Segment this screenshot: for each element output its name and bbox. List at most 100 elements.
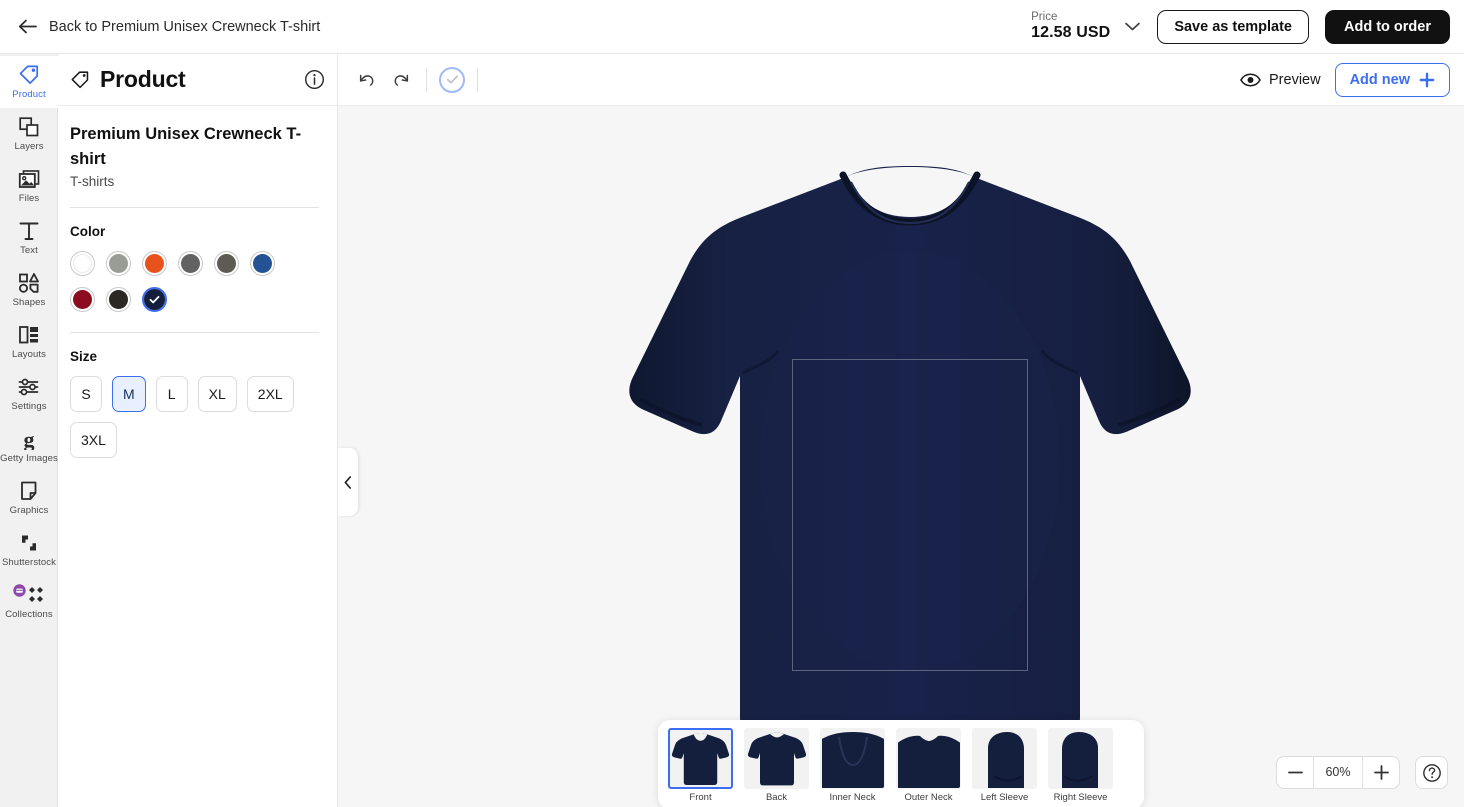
color-swatch[interactable] <box>214 250 239 276</box>
price-label: Price <box>1031 10 1058 23</box>
rail-label-product: Product <box>12 89 46 100</box>
rail-item-graphics[interactable]: Graphics <box>0 472 58 524</box>
rail-item-collections[interactable]: Collections <box>0 576 58 628</box>
print-area-boundary[interactable] <box>792 359 1028 671</box>
color-swatch-list <box>70 250 310 312</box>
panel-divider <box>70 206 319 208</box>
rail-item-settings[interactable]: Settings <box>0 368 58 420</box>
price-dropdown[interactable]: Price 12.58 USD <box>1031 11 1141 43</box>
preview-button[interactable]: Preview <box>1240 72 1321 88</box>
chevron-left-icon <box>344 475 352 489</box>
view-thumbnail[interactable]: Back <box>744 728 809 803</box>
main-area: Preview Add new Front Back Inner Neck Ou… <box>338 54 1464 807</box>
size-button[interactable]: 2XL <box>246 375 294 412</box>
size-button-label: XL <box>208 385 226 402</box>
undo-button[interactable] <box>350 63 384 97</box>
view-thumbnail[interactable]: Outer Neck <box>896 728 961 803</box>
size-button-label: 2XL <box>257 385 283 402</box>
size-button[interactable]: S <box>70 375 102 412</box>
color-swatch[interactable] <box>178 250 203 276</box>
rail-item-getty-images[interactable]: g Getty Images <box>0 420 58 472</box>
panel-header: Product <box>58 54 337 106</box>
redo-icon <box>391 70 411 90</box>
view-thumbnail[interactable]: Right Sleeve <box>1048 728 1113 803</box>
color-swatch[interactable] <box>250 250 275 276</box>
color-swatch[interactable] <box>142 250 167 276</box>
add-new-button[interactable]: Add new <box>1334 62 1450 97</box>
color-swatch[interactable] <box>142 286 167 312</box>
size-button-label: S <box>81 385 91 402</box>
size-button-list: S M L XL 2XL 3XL <box>70 375 310 458</box>
panel-collapse-handle[interactable] <box>338 448 358 516</box>
size-button[interactable]: XL <box>197 375 237 412</box>
info-circle-icon[interactable] <box>304 69 325 90</box>
zoom-out-button[interactable] <box>1277 757 1313 788</box>
view-thumbnail-label: Left Sleeve <box>980 792 1029 803</box>
add-to-order-button[interactable]: Add to order <box>1325 9 1450 44</box>
text-t-icon <box>18 220 40 242</box>
saved-status-button[interactable] <box>435 63 469 97</box>
add-new-label: Add new <box>1349 71 1410 88</box>
color-swatch[interactable] <box>70 286 95 312</box>
redo-button[interactable] <box>384 63 418 97</box>
view-thumbnail-image <box>896 728 961 789</box>
product-properties-panel: Product Premium Unisex Crewneck T-shirt … <box>58 54 338 807</box>
shutterstock-icon <box>18 532 40 554</box>
price-value: 12.58 USD <box>1031 23 1111 41</box>
rail-item-text[interactable]: Text <box>0 212 58 264</box>
color-swatch-fill <box>253 253 272 273</box>
rail-label-getty-images: Getty Images <box>0 453 58 464</box>
view-thumbnail-image <box>668 728 733 789</box>
rail-label-graphics: Graphics <box>9 505 49 516</box>
back-link-label: Back to Premium Unisex Crewneck T-shirt <box>49 18 321 35</box>
view-thumbnail-label: Inner Neck <box>829 792 876 803</box>
editor-toolbar: Preview Add new <box>338 54 1464 106</box>
rail-item-layers[interactable]: Layers <box>0 108 58 160</box>
color-swatch-fill <box>181 253 200 273</box>
size-button[interactable]: L <box>155 375 188 412</box>
arrow-left-icon <box>18 19 37 34</box>
size-button-label: L <box>167 385 176 402</box>
zoom-in-button[interactable] <box>1363 757 1399 788</box>
zoom-level-value[interactable]: 60% <box>1313 757 1363 788</box>
view-thumbnail[interactable]: Inner Neck <box>820 728 885 803</box>
view-thumbnail-image <box>744 728 809 789</box>
size-button[interactable]: M <box>112 375 146 412</box>
rail-label-shutterstock: Shutterstock <box>1 557 56 568</box>
view-thumbnail[interactable]: Front <box>668 728 733 803</box>
view-thumbnail-label: Back <box>765 792 788 803</box>
view-thumbnail-strip: Front Back Inner Neck Outer Neck Left Sleeve… <box>658 720 1144 807</box>
color-swatch[interactable] <box>70 250 95 276</box>
rail-item-files[interactable]: Files <box>0 160 58 212</box>
color-swatch[interactable] <box>106 250 131 276</box>
eye-icon <box>1240 73 1261 87</box>
check-icon <box>148 293 161 306</box>
rail-item-shapes[interactable]: Shapes <box>0 264 58 316</box>
rail-label-files: Files <box>18 193 40 204</box>
rail-item-product[interactable]: Product <box>0 56 58 108</box>
color-swatch-fill <box>217 253 236 273</box>
help-button[interactable] <box>1415 756 1448 789</box>
plus-icon <box>1373 765 1389 780</box>
color-swatch-fill <box>109 253 128 273</box>
panel-title: Product <box>100 66 186 92</box>
toolbar-actions: Preview Add new <box>1240 62 1450 97</box>
color-swatch[interactable] <box>106 286 131 312</box>
size-section-label: Size <box>70 348 98 364</box>
size-button[interactable]: 3XL <box>70 421 117 458</box>
view-thumbnail[interactable]: Left Sleeve <box>972 728 1037 803</box>
minus-icon <box>1287 771 1303 774</box>
undo-icon <box>357 70 377 90</box>
design-canvas[interactable]: Front Back Inner Neck Outer Neck Left Sleeve… <box>338 106 1464 807</box>
back-link[interactable]: Back to Premium Unisex Crewneck T-shirt <box>18 19 320 35</box>
sliders-icon <box>18 376 40 398</box>
chevron-down-icon <box>1124 21 1141 32</box>
rail-label-shapes: Shapes <box>12 297 46 308</box>
getty-g-icon: g <box>18 428 40 450</box>
save-as-template-button[interactable]: Save as template <box>1157 9 1309 44</box>
rail-item-layouts[interactable]: Layouts <box>0 316 58 368</box>
check-circle-icon <box>439 66 465 93</box>
shapes-icon <box>18 272 40 294</box>
rail-item-shutterstock[interactable]: Shutterstock <box>0 524 58 576</box>
product-mockup[interactable] <box>610 161 1210 771</box>
